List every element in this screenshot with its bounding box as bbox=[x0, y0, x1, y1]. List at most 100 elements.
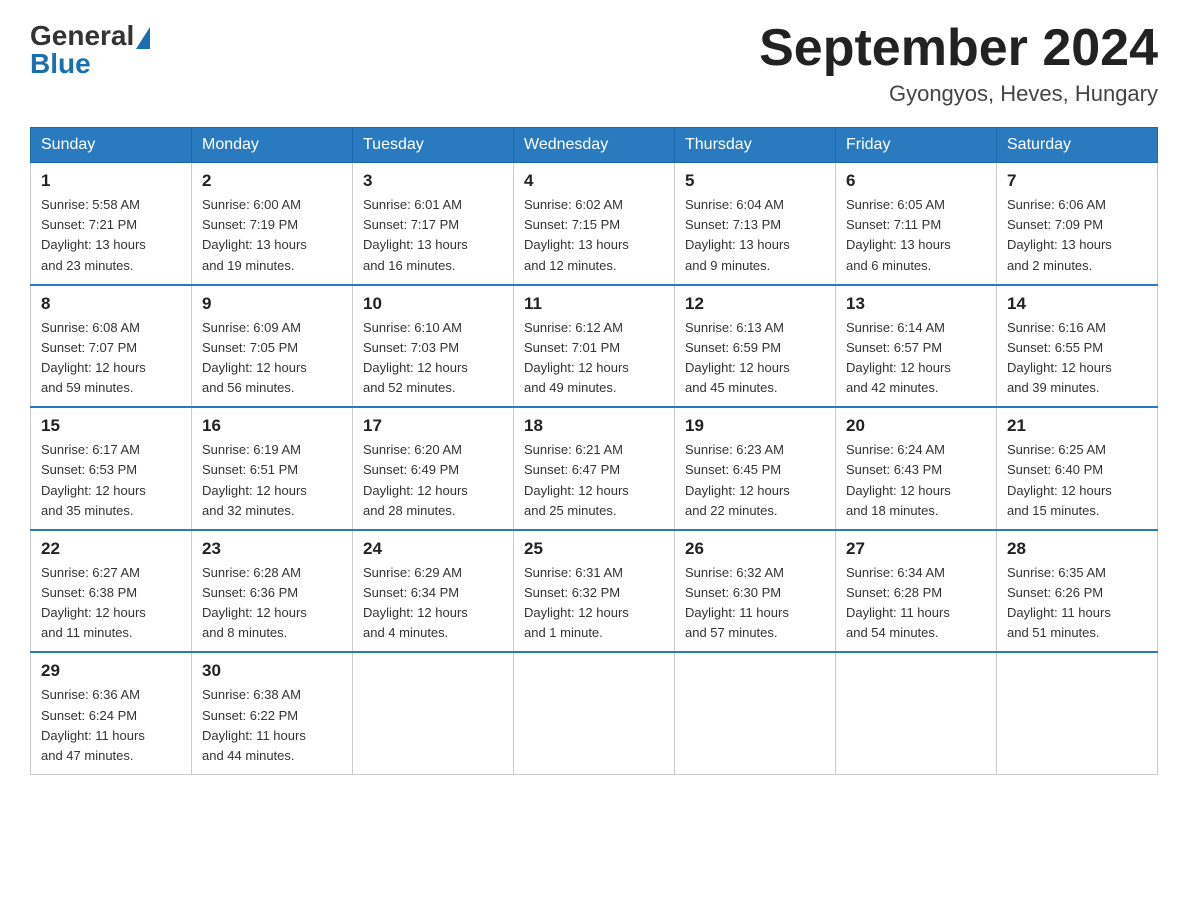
day-info: Sunrise: 6:08 AM Sunset: 7:07 PM Dayligh… bbox=[41, 318, 181, 399]
day-number: 29 bbox=[41, 661, 181, 681]
day-info: Sunrise: 6:10 AM Sunset: 7:03 PM Dayligh… bbox=[363, 318, 503, 399]
day-info: Sunrise: 6:29 AM Sunset: 6:34 PM Dayligh… bbox=[363, 563, 503, 644]
calendar-cell: 7 Sunrise: 6:06 AM Sunset: 7:09 PM Daylig… bbox=[997, 163, 1158, 285]
day-number: 8 bbox=[41, 294, 181, 314]
day-number: 30 bbox=[202, 661, 342, 681]
header-monday: Monday bbox=[192, 128, 353, 163]
day-info: Sunrise: 6:34 AM Sunset: 6:28 PM Dayligh… bbox=[846, 563, 986, 644]
day-info: Sunrise: 6:12 AM Sunset: 7:01 PM Dayligh… bbox=[524, 318, 664, 399]
calendar-cell: 17 Sunrise: 6:20 AM Sunset: 6:49 PM Dayli… bbox=[353, 407, 514, 530]
day-info: Sunrise: 6:19 AM Sunset: 6:51 PM Dayligh… bbox=[202, 440, 342, 521]
day-number: 20 bbox=[846, 416, 986, 436]
day-number: 24 bbox=[363, 539, 503, 559]
calendar-cell: 11 Sunrise: 6:12 AM Sunset: 7:01 PM Dayli… bbox=[514, 285, 675, 408]
calendar-cell: 9 Sunrise: 6:09 AM Sunset: 7:05 PM Daylig… bbox=[192, 285, 353, 408]
header-friday: Friday bbox=[836, 128, 997, 163]
day-info: Sunrise: 6:13 AM Sunset: 6:59 PM Dayligh… bbox=[685, 318, 825, 399]
day-info: Sunrise: 6:04 AM Sunset: 7:13 PM Dayligh… bbox=[685, 195, 825, 276]
week-row-4: 22 Sunrise: 6:27 AM Sunset: 6:38 PM Dayli… bbox=[31, 530, 1158, 653]
day-info: Sunrise: 6:06 AM Sunset: 7:09 PM Dayligh… bbox=[1007, 195, 1147, 276]
logo-text-blue: Blue bbox=[30, 48, 91, 80]
day-info: Sunrise: 6:38 AM Sunset: 6:22 PM Dayligh… bbox=[202, 685, 342, 766]
header-tuesday: Tuesday bbox=[353, 128, 514, 163]
day-info: Sunrise: 6:20 AM Sunset: 6:49 PM Dayligh… bbox=[363, 440, 503, 521]
title-section: September 2024 Gyongyos, Heves, Hungary bbox=[759, 20, 1158, 107]
day-number: 18 bbox=[524, 416, 664, 436]
day-number: 3 bbox=[363, 171, 503, 191]
day-info: Sunrise: 6:31 AM Sunset: 6:32 PM Dayligh… bbox=[524, 563, 664, 644]
calendar-cell: 2 Sunrise: 6:00 AM Sunset: 7:19 PM Daylig… bbox=[192, 163, 353, 285]
day-number: 26 bbox=[685, 539, 825, 559]
day-info: Sunrise: 6:27 AM Sunset: 6:38 PM Dayligh… bbox=[41, 563, 181, 644]
day-number: 28 bbox=[1007, 539, 1147, 559]
calendar-cell: 19 Sunrise: 6:23 AM Sunset: 6:45 PM Dayli… bbox=[675, 407, 836, 530]
day-info: Sunrise: 6:24 AM Sunset: 6:43 PM Dayligh… bbox=[846, 440, 986, 521]
header-wednesday: Wednesday bbox=[514, 128, 675, 163]
day-number: 16 bbox=[202, 416, 342, 436]
calendar-cell: 24 Sunrise: 6:29 AM Sunset: 6:34 PM Dayli… bbox=[353, 530, 514, 653]
logo-triangle-icon bbox=[136, 27, 150, 49]
header-saturday: Saturday bbox=[997, 128, 1158, 163]
day-number: 11 bbox=[524, 294, 664, 314]
week-row-5: 29 Sunrise: 6:36 AM Sunset: 6:24 PM Dayli… bbox=[31, 652, 1158, 774]
day-info: Sunrise: 5:58 AM Sunset: 7:21 PM Dayligh… bbox=[41, 195, 181, 276]
day-info: Sunrise: 6:00 AM Sunset: 7:19 PM Dayligh… bbox=[202, 195, 342, 276]
calendar-cell: 23 Sunrise: 6:28 AM Sunset: 6:36 PM Dayli… bbox=[192, 530, 353, 653]
calendar-cell: 10 Sunrise: 6:10 AM Sunset: 7:03 PM Dayli… bbox=[353, 285, 514, 408]
day-number: 22 bbox=[41, 539, 181, 559]
day-number: 2 bbox=[202, 171, 342, 191]
calendar-cell bbox=[836, 652, 997, 774]
day-number: 7 bbox=[1007, 171, 1147, 191]
day-info: Sunrise: 6:21 AM Sunset: 6:47 PM Dayligh… bbox=[524, 440, 664, 521]
day-number: 5 bbox=[685, 171, 825, 191]
day-info: Sunrise: 6:32 AM Sunset: 6:30 PM Dayligh… bbox=[685, 563, 825, 644]
day-info: Sunrise: 6:28 AM Sunset: 6:36 PM Dayligh… bbox=[202, 563, 342, 644]
day-number: 14 bbox=[1007, 294, 1147, 314]
day-number: 21 bbox=[1007, 416, 1147, 436]
calendar-cell: 20 Sunrise: 6:24 AM Sunset: 6:43 PM Dayli… bbox=[836, 407, 997, 530]
day-info: Sunrise: 6:09 AM Sunset: 7:05 PM Dayligh… bbox=[202, 318, 342, 399]
day-number: 1 bbox=[41, 171, 181, 191]
header-row: SundayMondayTuesdayWednesdayThursdayFrid… bbox=[31, 128, 1158, 163]
calendar-cell bbox=[675, 652, 836, 774]
day-info: Sunrise: 6:17 AM Sunset: 6:53 PM Dayligh… bbox=[41, 440, 181, 521]
day-number: 25 bbox=[524, 539, 664, 559]
day-info: Sunrise: 6:23 AM Sunset: 6:45 PM Dayligh… bbox=[685, 440, 825, 521]
calendar-cell: 29 Sunrise: 6:36 AM Sunset: 6:24 PM Dayli… bbox=[31, 652, 192, 774]
day-info: Sunrise: 6:01 AM Sunset: 7:17 PM Dayligh… bbox=[363, 195, 503, 276]
day-number: 15 bbox=[41, 416, 181, 436]
week-row-1: 1 Sunrise: 5:58 AM Sunset: 7:21 PM Daylig… bbox=[31, 163, 1158, 285]
logo: General Blue bbox=[30, 20, 150, 80]
day-number: 13 bbox=[846, 294, 986, 314]
calendar-cell: 1 Sunrise: 5:58 AM Sunset: 7:21 PM Daylig… bbox=[31, 163, 192, 285]
header-thursday: Thursday bbox=[675, 128, 836, 163]
day-info: Sunrise: 6:16 AM Sunset: 6:55 PM Dayligh… bbox=[1007, 318, 1147, 399]
day-info: Sunrise: 6:36 AM Sunset: 6:24 PM Dayligh… bbox=[41, 685, 181, 766]
day-number: 6 bbox=[846, 171, 986, 191]
calendar-cell: 30 Sunrise: 6:38 AM Sunset: 6:22 PM Dayli… bbox=[192, 652, 353, 774]
day-info: Sunrise: 6:05 AM Sunset: 7:11 PM Dayligh… bbox=[846, 195, 986, 276]
calendar-cell: 3 Sunrise: 6:01 AM Sunset: 7:17 PM Daylig… bbox=[353, 163, 514, 285]
day-number: 17 bbox=[363, 416, 503, 436]
calendar-cell: 6 Sunrise: 6:05 AM Sunset: 7:11 PM Daylig… bbox=[836, 163, 997, 285]
calendar-cell: 8 Sunrise: 6:08 AM Sunset: 7:07 PM Daylig… bbox=[31, 285, 192, 408]
calendar-cell: 16 Sunrise: 6:19 AM Sunset: 6:51 PM Dayli… bbox=[192, 407, 353, 530]
day-info: Sunrise: 6:02 AM Sunset: 7:15 PM Dayligh… bbox=[524, 195, 664, 276]
calendar-table: SundayMondayTuesdayWednesdayThursdayFrid… bbox=[30, 127, 1158, 775]
day-info: Sunrise: 6:14 AM Sunset: 6:57 PM Dayligh… bbox=[846, 318, 986, 399]
calendar-cell bbox=[997, 652, 1158, 774]
day-number: 9 bbox=[202, 294, 342, 314]
day-info: Sunrise: 6:25 AM Sunset: 6:40 PM Dayligh… bbox=[1007, 440, 1147, 521]
calendar-cell bbox=[353, 652, 514, 774]
calendar-cell: 22 Sunrise: 6:27 AM Sunset: 6:38 PM Dayli… bbox=[31, 530, 192, 653]
calendar-cell: 28 Sunrise: 6:35 AM Sunset: 6:26 PM Dayli… bbox=[997, 530, 1158, 653]
day-number: 23 bbox=[202, 539, 342, 559]
calendar-cell: 27Sunrise: 6:34 AM Sunset: 6:28 PM Dayli… bbox=[836, 530, 997, 653]
calendar-cell: 21 Sunrise: 6:25 AM Sunset: 6:40 PM Dayli… bbox=[997, 407, 1158, 530]
day-number: 10 bbox=[363, 294, 503, 314]
calendar-cell: 14 Sunrise: 6:16 AM Sunset: 6:55 PM Dayli… bbox=[997, 285, 1158, 408]
calendar-title: September 2024 bbox=[759, 20, 1158, 77]
day-info: Sunrise: 6:35 AM Sunset: 6:26 PM Dayligh… bbox=[1007, 563, 1147, 644]
day-number: 19 bbox=[685, 416, 825, 436]
day-number: 4 bbox=[524, 171, 664, 191]
